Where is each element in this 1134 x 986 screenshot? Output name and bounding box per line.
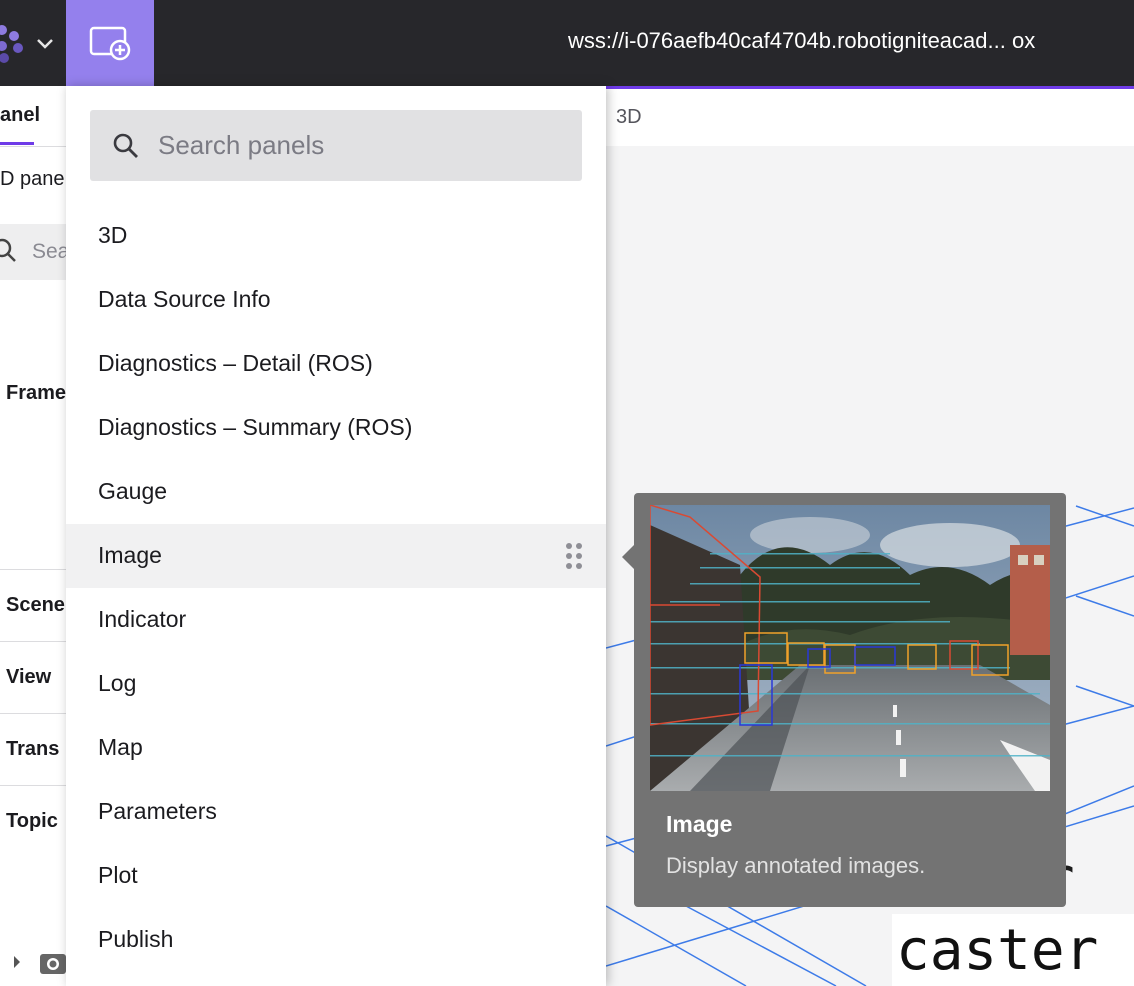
add-panel-menu: 3D Data Source Info Diagnostics – Detail… xyxy=(66,86,606,986)
menu-item-label: Map xyxy=(98,734,143,760)
menu-item-log[interactable]: Log xyxy=(66,652,606,716)
menu-item-label: Log xyxy=(98,670,137,696)
sidebar-section-topics[interactable]: Topic xyxy=(6,810,58,833)
sidebar-search-placeholder: Sea xyxy=(32,240,70,263)
chevron-down-icon xyxy=(37,39,53,49)
menu-item-diagnostics-summary[interactable]: Diagnostics – Summary (ROS) xyxy=(66,396,606,460)
frame-label-caster: caster xyxy=(896,918,1099,983)
divider xyxy=(0,785,70,786)
menu-item-label: Indicator xyxy=(98,606,187,632)
app-toolbar: wss://i-076aefb40caf4704b.robotigniteaca… xyxy=(0,0,1134,86)
menu-item-label: Image xyxy=(98,542,162,568)
panel-preview-tooltip: Image Display annotated images. xyxy=(634,493,1066,907)
active-tab-indicator xyxy=(0,142,34,145)
search-icon xyxy=(113,133,138,158)
sidebar-search[interactable]: Sea xyxy=(0,224,70,280)
divider xyxy=(0,146,70,147)
panel-settings-sidebar: anel D pane Sea Frame Scene View Trans T… xyxy=(0,86,70,986)
menu-item-label: 3D xyxy=(98,222,128,248)
divider xyxy=(0,713,70,714)
divider xyxy=(0,569,70,570)
menu-item-label: Gauge xyxy=(98,478,168,504)
panel-title: 3D xyxy=(616,106,642,128)
panel-search-box[interactable] xyxy=(90,110,582,181)
3d-panel-header: 3D xyxy=(606,86,1134,146)
tooltip-description: Display annotated images. xyxy=(666,853,926,878)
menu-item-data-source-info[interactable]: Data Source Info xyxy=(66,268,606,332)
menu-item-plot[interactable]: Plot xyxy=(66,844,606,908)
menu-item-label: Plot xyxy=(98,862,138,888)
menu-item-3d[interactable]: 3D xyxy=(66,204,606,268)
menu-item-diagnostics-detail[interactable]: Diagnostics – Detail (ROS) xyxy=(66,332,606,396)
menu-item-map[interactable]: Map xyxy=(66,716,606,780)
tooltip-arrow xyxy=(622,545,634,569)
sidebar-tab-panel[interactable]: anel xyxy=(0,104,40,127)
menu-item-indicator[interactable]: Indicator xyxy=(66,588,606,652)
tooltip-title: Image xyxy=(666,811,733,837)
connection-url: wss://i-076aefb40caf4704b.robotigniteaca… xyxy=(568,28,1036,53)
add-panel-icon xyxy=(89,26,131,61)
divider xyxy=(0,641,70,642)
menu-item-label: Diagnostics – Summary (ROS) xyxy=(98,414,413,440)
menu-item-label: Data Source Info xyxy=(98,286,271,312)
menu-item-parameters[interactable]: Parameters xyxy=(66,780,606,844)
add-panel-button[interactable] xyxy=(66,0,154,86)
menu-item-publish[interactable]: Publish xyxy=(66,908,606,972)
sidebar-section-scene[interactable]: Scene xyxy=(6,594,65,617)
camera-icon[interactable] xyxy=(10,948,70,978)
sidebar-panel-title: D pane xyxy=(0,168,65,190)
menu-item-gauge[interactable]: Gauge xyxy=(66,460,606,524)
menu-item-image[interactable]: Image xyxy=(66,524,606,588)
app-logo-menu[interactable] xyxy=(0,0,66,86)
panel-search-input[interactable] xyxy=(158,110,558,181)
menu-item-label: Diagnostics – Detail (ROS) xyxy=(98,350,373,376)
image-panel-preview xyxy=(650,505,1050,791)
menu-item-label: Parameters xyxy=(98,798,217,824)
sidebar-section-view[interactable]: View xyxy=(6,666,51,689)
menu-item-label: Publish xyxy=(98,926,174,952)
drag-handle-icon[interactable] xyxy=(564,542,584,570)
sidebar-section-frame[interactable]: Frame xyxy=(6,382,66,405)
search-icon xyxy=(0,238,16,262)
sidebar-section-transforms[interactable]: Trans xyxy=(6,738,59,761)
